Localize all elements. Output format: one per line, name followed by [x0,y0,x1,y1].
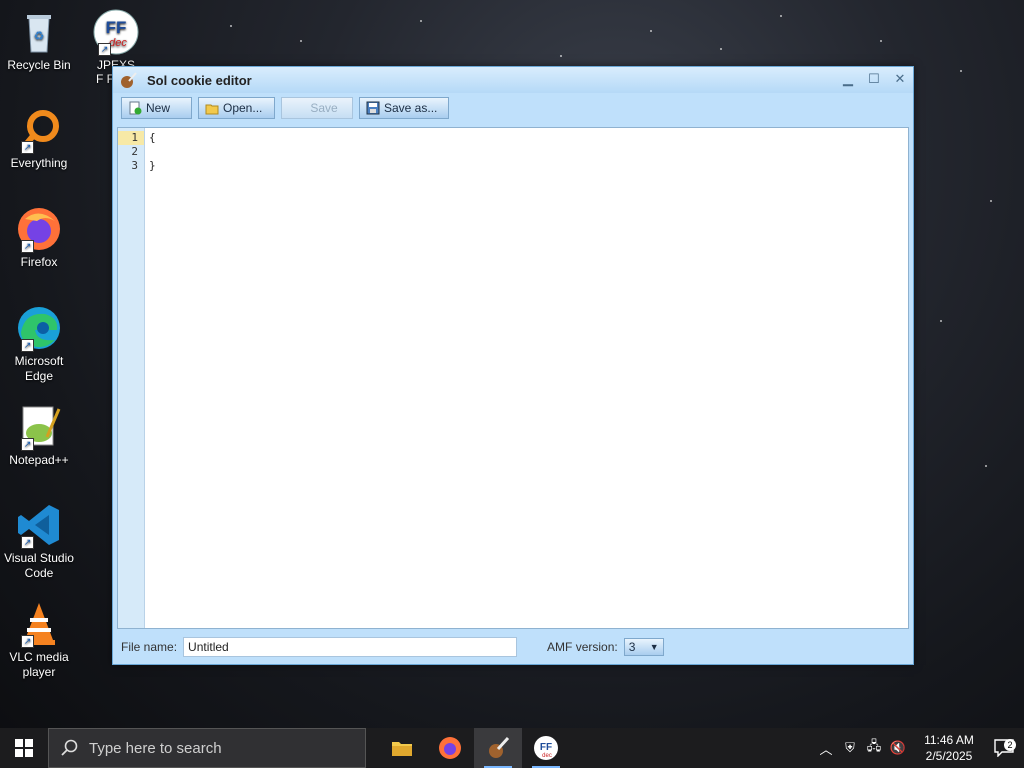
code-line[interactable]: { [149,131,908,145]
shortcut-arrow-icon: ↗ [21,438,34,451]
sol-editor-icon [489,736,510,758]
amf-version-value: 3 [628,640,636,654]
desktop-icon-label: Notepad++ [9,453,69,467]
amf-version-select[interactable]: 3 ▼ [623,638,664,656]
window-controls: ▁ ☐ ✕ [841,72,907,86]
sol-cookie-editor-window: Sol cookie editor ▁ ☐ ✕ New Open... Save… [112,66,914,665]
notification-center-button[interactable]: 2 [984,739,1024,757]
save-button[interactable]: Save [281,97,353,119]
open-folder-icon [205,104,219,115]
desktop-icon-label: Everything [10,156,68,170]
amf-version-label: AMF version: [547,640,618,654]
open-button-label: Open... [223,101,263,115]
toolbar: New Open... Save Save as... [113,93,913,123]
taskbar-sol-editor[interactable] [474,728,522,768]
recycle-bin-icon: ♻ [15,8,63,56]
edge-icon: ↗ [15,304,63,352]
taskbar-apps: FF dec [378,728,570,768]
new-button[interactable]: New [121,97,192,119]
svg-text:♻: ♻ [34,29,45,43]
window-titlebar[interactable]: Sol cookie editor ▁ ☐ ✕ [113,67,913,93]
minimize-button[interactable]: ▁ [841,72,855,86]
desktop-icon-label: Microsoft Edge [14,354,64,383]
desktop-icon-notepadpp[interactable]: ↗ Notepad++ [2,403,76,468]
clock-time: 11:46 AM [924,733,974,747]
open-button[interactable]: Open... [198,97,275,119]
window-footer: File name: AMF version: 3 ▼ [113,630,913,664]
desktop-icon-vlc[interactable]: ↗ VLC media player [2,600,76,680]
close-button[interactable]: ✕ [893,72,907,86]
code-line[interactable]: } [149,159,908,173]
code-area[interactable]: { } [145,128,908,628]
line-number-gutter: 1 2 3 [118,128,145,628]
search-icon [61,739,78,756]
new-button-label: New [146,101,171,115]
taskbar-ffdec[interactable]: FF dec [522,728,570,768]
desktop-icon-firefox[interactable]: ↗ Firefox [2,205,76,270]
new-file-icon [129,101,142,115]
desktop-icon-vscode[interactable]: ↗ Visual Studio Code [2,501,76,581]
shortcut-arrow-icon: ↗ [21,536,34,549]
line-number: 1 [118,131,144,145]
shortcut-arrow-icon: ↗ [21,240,34,253]
line-number: 3 [131,159,138,172]
system-tray: ︿ ⛨ 🖧 🔇 11:46 AM 2/5/2025 2 [814,728,1024,768]
svg-text:FF: FF [540,742,552,753]
notepadpp-icon: ↗ [15,403,63,451]
chevron-down-icon: ▼ [649,642,659,652]
desktop-icon-label: Firefox [20,255,58,269]
code-line[interactable] [149,145,908,159]
notification-count-badge: 2 [1004,739,1016,751]
code-editor[interactable]: 1 2 3 { } [117,127,909,629]
security-icon[interactable]: ⛨ [838,740,862,756]
ffdec-icon: FFdec [534,736,558,760]
window-title: Sol cookie editor [147,72,252,88]
file-explorer-icon [392,742,412,756]
ffdec-icon: FF dec ↗ [92,8,140,56]
chevron-up-icon[interactable]: ︿ [814,739,838,758]
taskbar-file-explorer[interactable] [378,728,426,768]
save-as-button[interactable]: Save as... [359,97,449,119]
clock-date: 2/5/2025 [925,749,973,763]
shortcut-arrow-icon: ↗ [21,339,34,352]
vlc-icon: ↗ [15,600,63,648]
shortcut-arrow-icon: ↗ [98,43,111,56]
svg-text:dec: dec [109,37,127,49]
filename-input[interactable] [183,637,518,657]
everything-search-icon: ↗ [15,106,63,154]
volume-muted-icon[interactable]: 🔇 [886,740,910,756]
clock[interactable]: 11:46 AM 2/5/2025 [914,732,984,764]
network-icon[interactable]: 🖧 [862,737,886,759]
desktop-icon-label: Visual Studio Code [4,551,74,580]
desktop-icon-label: Recycle Bin [7,58,71,72]
sol-editor-icon [121,72,137,88]
desktop-icon-recycle-bin[interactable]: ♻ Recycle Bin [2,8,76,73]
line-number: 2 [131,145,138,158]
filename-label: File name: [121,640,178,654]
save-button-label: Save [310,101,338,115]
start-button[interactable] [0,728,48,768]
vscode-icon: ↗ [15,501,63,549]
save-as-button-label: Save as... [384,101,438,115]
maximize-button[interactable]: ☐ [867,72,881,86]
shortcut-arrow-icon: ↗ [21,141,34,154]
desktop-icon-everything[interactable]: ↗ Everything [2,106,76,171]
desktop-icon-edge[interactable]: ↗ Microsoft Edge [2,304,76,384]
svg-text:dec: dec [542,753,552,759]
desktop-icon-label: VLC media player [9,650,69,679]
windows-logo-icon [15,739,33,757]
taskbar-firefox[interactable] [426,728,474,768]
taskbar: Type here to search FF dec ︿ ⛨ 🖧 🔇 11:46 … [0,728,1024,768]
taskbar-search-box[interactable]: Type here to search [48,728,366,768]
shortcut-arrow-icon: ↗ [21,635,34,648]
firefox-icon: ↗ [15,205,63,253]
firefox-icon [439,737,461,759]
search-placeholder: Type here to search [89,739,222,757]
save-as-icon [366,101,380,115]
svg-text:FF: FF [106,18,127,37]
